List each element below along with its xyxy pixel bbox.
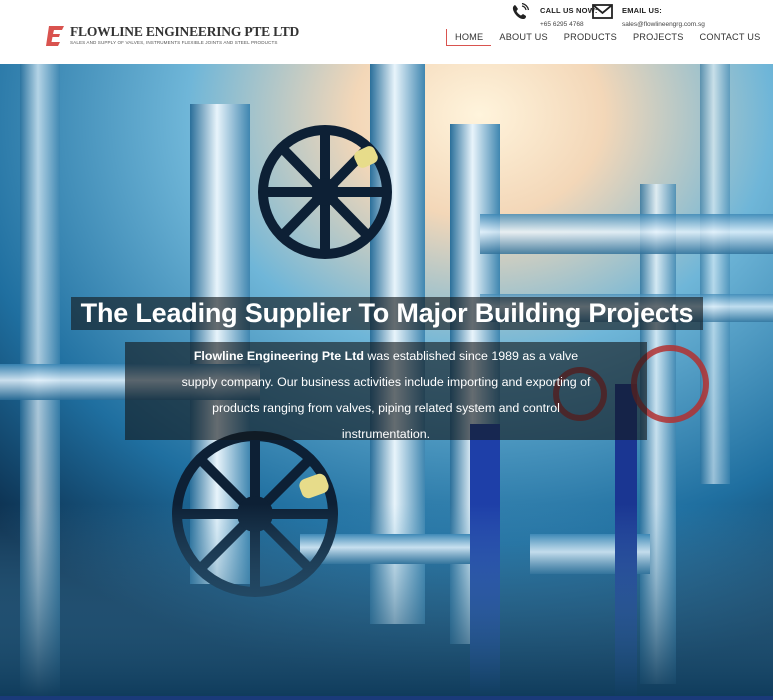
hero-headline: The Leading Supplier To Major Building P… <box>71 297 703 330</box>
envelope-icon <box>592 4 613 19</box>
brand-logo[interactable]: FLOWLINE ENGINEERING PTE LTD SALES AND S… <box>46 25 299 47</box>
hero-intro: Flowline Engineering Pte Ltd was establi… <box>125 342 647 441</box>
email-address[interactable]: sales@flowlineengrg.com.sg <box>622 21 705 28</box>
nav-about-us[interactable]: ABOUT US <box>491 29 555 46</box>
main-nav: HOME ABOUT US PRODUCTS PROJECTS CONTACT … <box>446 29 768 46</box>
phone-label: CALL US NOW: <box>540 6 598 15</box>
nav-home[interactable]: HOME <box>446 29 492 46</box>
nav-products[interactable]: PRODUCTS <box>556 29 625 46</box>
intro-company-name: Flowline Engineering Pte Ltd <box>193 349 364 363</box>
contact-phone[interactable]: CALL US NOW: +65 6295 4768 <box>510 3 598 28</box>
bottom-edge-bar <box>0 696 773 700</box>
nav-projects[interactable]: PROJECTS <box>625 29 692 46</box>
contact-email[interactable]: EMAIL US: sales@flowlineengrg.com.sg <box>592 3 705 28</box>
phone-icon <box>512 3 530 19</box>
logo-mark-icon <box>46 25 66 47</box>
nav-contact-us[interactable]: CONTACT US <box>692 29 769 46</box>
site-header: FLOWLINE ENGINEERING PTE LTD SALES AND S… <box>0 0 773 64</box>
brand-name: FLOWLINE ENGINEERING PTE LTD <box>70 24 300 39</box>
phone-number[interactable]: +65 6295 4768 <box>540 21 598 28</box>
hero-banner: The Leading Supplier To Major Building P… <box>0 64 773 700</box>
brand-tagline: SALES AND SUPPLY OF VALVES, INSTRUMENTS … <box>70 40 278 45</box>
email-label: EMAIL US: <box>622 6 662 15</box>
